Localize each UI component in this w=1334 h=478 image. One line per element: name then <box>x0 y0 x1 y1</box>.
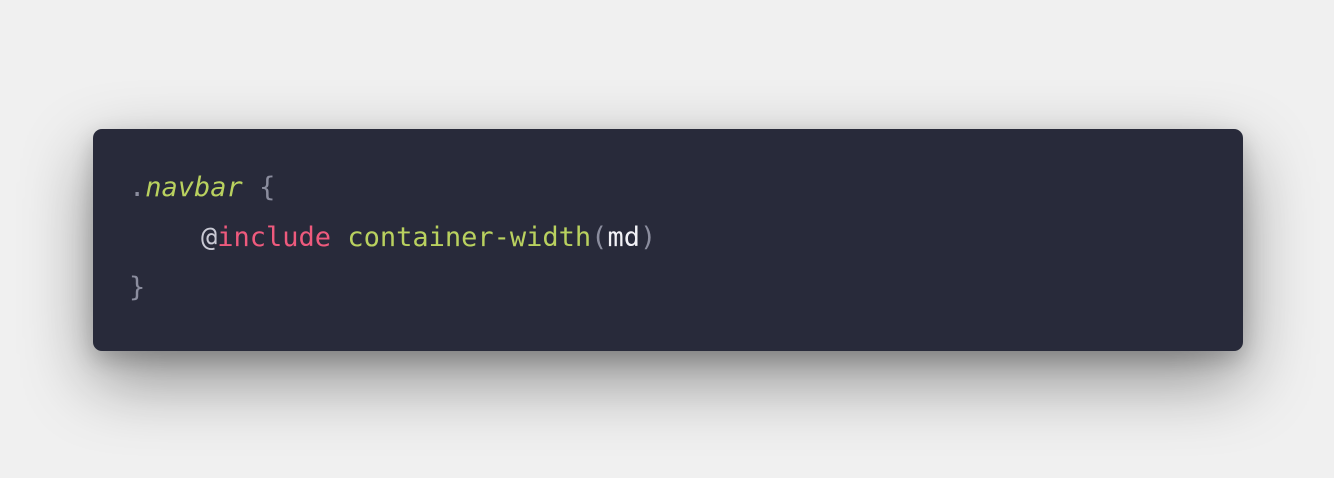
open-paren: ( <box>591 222 608 253</box>
close-paren: ) <box>639 222 657 253</box>
code-line-1: .navbar { <box>129 167 1243 217</box>
code-line-3: } <box>129 267 1243 317</box>
open-brace: { <box>259 172 276 203</box>
keyword-space <box>331 222 347 253</box>
mixin-name: container-width <box>347 222 592 253</box>
at-symbol: @ <box>201 222 218 253</box>
code-block: .navbar { @include container-width(md) } <box>93 129 1243 351</box>
include-keyword: include <box>217 222 332 253</box>
selector-name: navbar <box>145 172 243 203</box>
mixin-argument: md <box>607 222 640 253</box>
selector-space <box>243 172 259 203</box>
close-brace: } <box>129 272 146 303</box>
selector-dot: . <box>129 172 146 203</box>
code-line-2: @include container-width(md) <box>129 217 1243 267</box>
